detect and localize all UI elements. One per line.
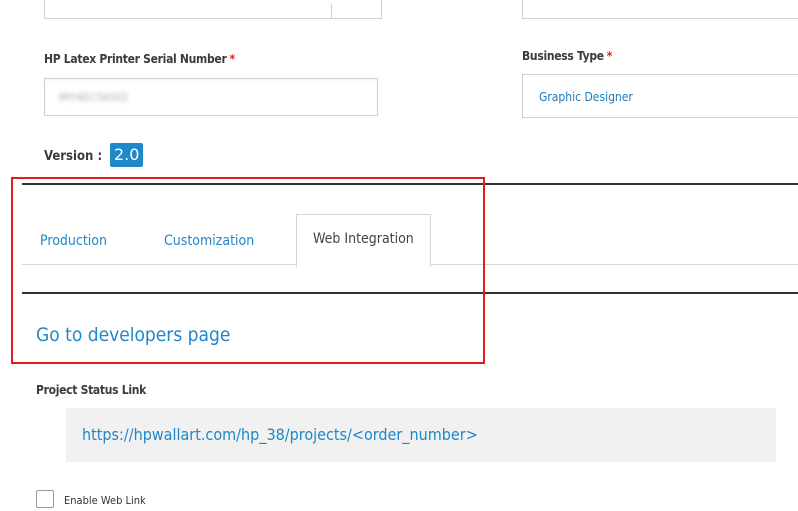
top-right-input[interactable]	[522, 0, 798, 19]
tab-customization[interactable]: Customization	[164, 231, 254, 251]
project-status-label: Project Status Link	[36, 383, 146, 397]
business-type-value: Graphic Designer	[539, 90, 633, 104]
business-type-label: Business Type *	[522, 49, 613, 63]
required-marker: *	[229, 52, 235, 66]
top-left-input[interactable]	[44, 0, 382, 19]
serial-number-input[interactable]: MY4EC5K0I2	[44, 78, 378, 116]
section-divider-bottom	[22, 292, 798, 294]
business-type-select[interactable]: Graphic Designer	[522, 74, 798, 118]
enable-web-link-label: Enable Web Link	[64, 494, 146, 507]
enable-web-link-checkbox[interactable]	[36, 490, 54, 508]
top-left-input-divider	[331, 4, 332, 18]
project-status-link-box: https://hpwallart.com/hp_38/projects/<or…	[66, 408, 776, 462]
serial-number-label: HP Latex Printer Serial Number *	[44, 52, 235, 66]
tab-production[interactable]: Production	[40, 231, 107, 251]
required-marker: *	[606, 49, 613, 63]
version-label: Version :	[44, 149, 103, 164]
tab-web-integration[interactable]: Web Integration	[296, 214, 431, 268]
serial-number-value: MY4EC5K0I2	[59, 91, 129, 104]
version-badge: 2.0	[110, 143, 144, 167]
developers-page-link[interactable]: Go to developers page	[36, 324, 230, 346]
section-divider-top	[22, 183, 798, 185]
project-status-url[interactable]: https://hpwallart.com/hp_38/projects/<or…	[82, 425, 478, 444]
